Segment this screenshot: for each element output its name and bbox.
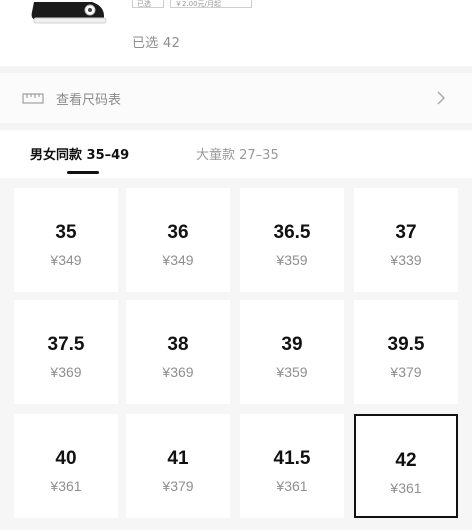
size-label: 39.5 [387,334,425,355]
size-chart-label: 查看尺码表 [56,93,122,108]
size-label: 35 [55,222,77,243]
active-tab-indicator [67,171,99,174]
size-label: 41 [167,448,189,469]
size-price: ¥359 [276,364,308,380]
size-label: 37.5 [47,334,85,355]
size-label: 40 [55,448,77,469]
size-chart-row[interactable]: 查看尺码表 [0,73,472,123]
size-price: ¥379 [390,364,422,380]
size-label: 37 [395,222,417,243]
product-tag: ￥2.00元/月起 [170,0,252,8]
size-label: 36.5 [273,222,311,243]
size-option[interactable]: 35 ¥349 [14,188,118,292]
size-option-selected[interactable]: 42 ¥361 [354,414,458,518]
size-label: 36 [167,222,189,243]
tab-unisex[interactable]: 男女同款 35–49 [30,144,129,163]
ruler-icon [22,93,44,104]
size-label: 41.5 [273,448,311,469]
size-option[interactable]: 36.5 ¥359 [240,188,344,292]
size-price: ¥369 [162,364,194,380]
size-grid: 35 ¥349 36 ¥349 36.5 ¥359 37 ¥339 37.5 ¥369 38 ¥369… [0,178,472,530]
size-price: ¥379 [162,478,194,494]
size-option[interactable]: 37 ¥339 [354,188,458,292]
size-option[interactable]: 36 ¥349 [126,188,230,292]
size-price: ¥369 [50,364,82,380]
size-price: ¥361 [50,478,82,494]
size-option[interactable]: 41.5 ¥361 [240,414,344,518]
size-price: ¥349 [162,252,194,268]
size-option[interactable]: 39 ¥359 [240,300,344,404]
size-option[interactable]: 38 ¥369 [126,300,230,404]
shoe-thumbnail-icon [31,2,107,24]
size-price: ¥361 [390,480,422,496]
product-tags: 已选 ￥2.00元/月起 [132,0,252,8]
size-price: ¥361 [276,478,308,494]
chevron-right-icon [437,91,445,105]
product-tag: 已选 [132,0,164,8]
selected-size-text: 已选 42 [132,36,181,51]
size-option[interactable]: 39.5 ¥379 [354,300,458,404]
size-option[interactable]: 40 ¥361 [14,414,118,518]
size-price: ¥349 [50,252,82,268]
size-option[interactable]: 37.5 ¥369 [14,300,118,404]
size-label: 39 [281,334,303,355]
size-category-tabs: 男女同款 35–49 大童款 27–35 [0,130,472,178]
size-label: 38 [167,334,189,355]
size-option[interactable]: 41 ¥379 [126,414,230,518]
tab-kids[interactable]: 大童款 27–35 [196,144,279,163]
size-price: ¥359 [276,252,308,268]
size-price: ¥339 [390,252,422,268]
product-header: 已选 ￥2.00元/月起 已选 42 [0,0,472,66]
size-label: 42 [395,450,417,471]
